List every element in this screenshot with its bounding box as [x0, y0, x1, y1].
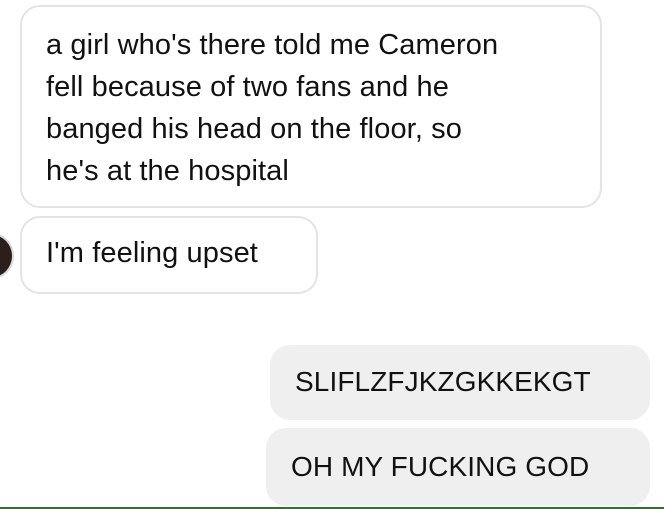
incoming-message-bubble[interactable]: I'm feeling upset — [20, 216, 318, 294]
outgoing-message-bubble[interactable]: SLIFLZFJKZGKKEKGT — [270, 345, 650, 420]
message-text-line: he's at the hospital — [46, 155, 289, 187]
message-text-line: I'm feeling upset — [46, 237, 258, 269]
message-text-line: SLIFLZFJKZGKKEKGT — [295, 366, 591, 397]
message-text-line: a girl who's there told me Cameron — [46, 29, 499, 61]
outgoing-message-bubble[interactable]: OH MY FUCKING GOD — [266, 428, 650, 506]
sender-avatar[interactable] — [0, 233, 14, 279]
message-text-line: fell because of two fans and he — [46, 71, 449, 103]
message-thread: a girl who's there told me Cameron fell … — [0, 0, 664, 509]
message-text-line: OH MY FUCKING GOD — [291, 451, 590, 482]
message-text-line: banged his head on the floor, so — [46, 113, 462, 145]
incoming-message-bubble[interactable]: a girl who's there told me Cameron fell … — [20, 5, 602, 208]
